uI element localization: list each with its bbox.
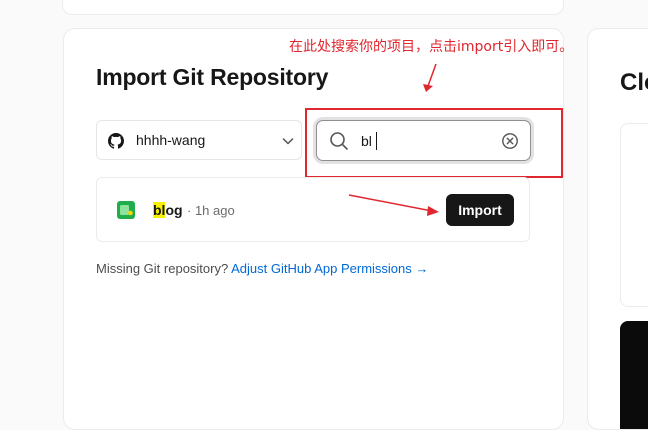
chevron-down-icon (282, 138, 294, 145)
adjust-permissions-link[interactable]: Adjust GitHub App Permissions → (231, 261, 428, 276)
clone-template-card: Clo N (587, 28, 648, 430)
search-match-highlight: bl (153, 202, 166, 218)
git-account-select[interactable]: hhhh-wang (96, 120, 302, 160)
repo-updated-time: · 1h ago (187, 203, 235, 218)
repo-name-rest: og (165, 202, 183, 218)
previous-card-edge (62, 0, 564, 15)
clone-template-title: Clo (620, 69, 648, 96)
repo-icon (117, 201, 135, 219)
repo-list-item: blog · 1h ago Import (96, 177, 530, 242)
repo-name: blog (153, 202, 183, 218)
account-name: hhhh-wang (136, 132, 206, 148)
template-tile[interactable]: N (620, 123, 648, 307)
page-title: Import Git Repository (96, 64, 329, 90)
missing-repo-text: Missing Git repository? (96, 261, 229, 276)
github-icon (108, 133, 124, 149)
import-button[interactable]: Import (446, 194, 514, 226)
template-tile-dark[interactable] (620, 321, 648, 429)
annotation-highlight-box (305, 108, 563, 178)
missing-repo-note: Missing Git repository? Adjust GitHub Ap… (96, 261, 428, 276)
annotation-text: 在此处搜索你的项目，点击import引入即可。 (289, 39, 574, 55)
